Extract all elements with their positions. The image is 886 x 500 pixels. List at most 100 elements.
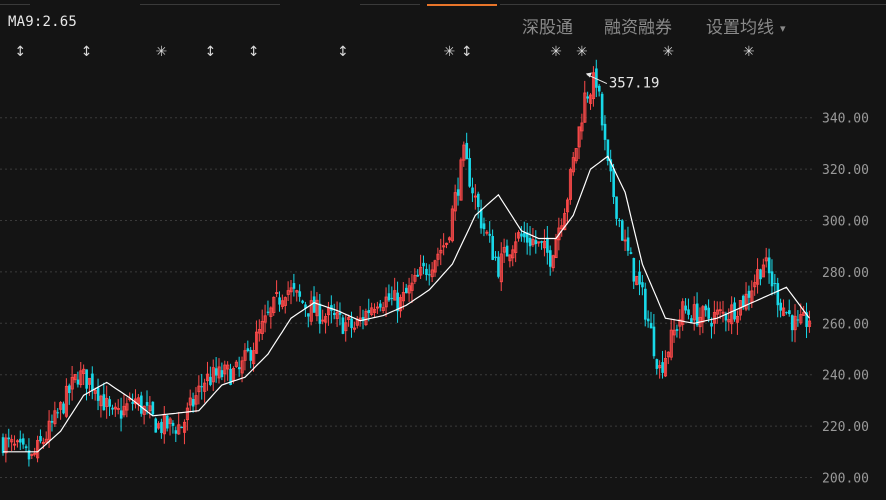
- candle-body-down: [119, 410, 123, 419]
- candle-body-down: [629, 252, 633, 254]
- candle-body-down: [600, 93, 604, 126]
- y-tick-label: 340.00: [822, 112, 869, 127]
- candle-body-down: [652, 326, 656, 357]
- y-tick-label: 280.00: [822, 266, 869, 281]
- candle-body-down: [24, 446, 28, 449]
- candle-body-down: [214, 368, 218, 376]
- candle-body-down: [612, 168, 615, 198]
- candle-body-down: [494, 256, 497, 259]
- candle-body-down: [50, 421, 54, 423]
- candle-body-down: [416, 274, 420, 277]
- candle-body-down: [68, 385, 71, 394]
- candle-body-down: [549, 250, 552, 267]
- candle-body-down: [704, 305, 708, 311]
- candle-body-down: [108, 399, 111, 407]
- candle-body-down: [96, 387, 100, 401]
- candle-body-down: [7, 437, 11, 440]
- candle-body-down: [318, 303, 322, 324]
- candle-body-down: [796, 319, 800, 321]
- candle-body-down: [790, 315, 794, 331]
- event-marker: ✳: [743, 44, 755, 60]
- candle-body-down: [387, 293, 391, 301]
- candle-body-down: [292, 283, 296, 289]
- candle-body-down: [618, 220, 621, 222]
- candle-body-down: [491, 236, 494, 260]
- candle-body-down: [249, 349, 253, 361]
- candle-body-down: [131, 402, 134, 404]
- candle-body-down: [684, 305, 687, 311]
- candle-body-down: [405, 287, 408, 294]
- event-marker: ✳: [156, 44, 168, 60]
- event-marker: ✳: [444, 44, 456, 60]
- candle-body-down: [1, 437, 5, 454]
- event-marker: ↕: [81, 44, 93, 60]
- y-tick-label: 320.00: [822, 163, 869, 178]
- event-marker: ↕: [248, 44, 260, 60]
- candle-body-down: [528, 237, 532, 247]
- candle-body-down: [759, 269, 762, 280]
- y-tick-label: 300.00: [822, 215, 869, 230]
- candle-body-down: [661, 362, 664, 373]
- candle-body-down: [154, 418, 158, 433]
- candle-body-down: [333, 312, 336, 316]
- candle-body-down: [690, 318, 693, 323]
- candle-body-down: [497, 256, 500, 277]
- candle-body-down: [471, 187, 474, 194]
- candle-body-down: [773, 283, 777, 285]
- candle-body-down: [546, 237, 549, 253]
- candle-body-down: [477, 193, 480, 208]
- candle-body-down: [200, 386, 204, 388]
- candle-body-down: [710, 322, 713, 327]
- candle-body-down: [586, 96, 590, 99]
- candle-body-down: [747, 290, 751, 298]
- candle-body-down: [379, 303, 382, 308]
- candle-body-down: [111, 407, 114, 410]
- candle-body-down: [428, 274, 431, 276]
- candle-body-down: [770, 271, 774, 287]
- candle-body-down: [687, 309, 690, 315]
- candle-body-down: [482, 223, 486, 230]
- candle-body-down: [151, 401, 155, 415]
- candle-body-down: [180, 426, 183, 429]
- candle-body-down: [19, 438, 22, 443]
- candle-body-down: [62, 403, 65, 414]
- candle-body-down: [675, 329, 679, 331]
- candle-body-down: [350, 318, 353, 329]
- candle-body-down: [603, 123, 607, 140]
- candle-body-down: [338, 312, 342, 315]
- candle-body-down: [140, 395, 143, 414]
- candle-body-down: [615, 196, 618, 219]
- candle-body-down: [91, 373, 94, 391]
- candle-body-down: [209, 376, 212, 385]
- candle-body-down: [741, 295, 745, 307]
- candle-body-down: [422, 262, 425, 267]
- candle-body-down: [237, 367, 241, 370]
- event-marker: ✳: [662, 44, 674, 60]
- candle-body-down: [102, 394, 106, 411]
- y-tick-label: 240.00: [822, 369, 869, 384]
- candle-body-down: [298, 291, 302, 297]
- candle-body-down: [632, 258, 636, 282]
- candle-body-down: [367, 309, 371, 314]
- event-marker: ↕: [337, 44, 349, 60]
- candle-body-down: [266, 311, 270, 313]
- candle-body-down: [655, 359, 659, 369]
- peak-label: 357.19: [609, 76, 660, 92]
- candle-body-down: [785, 312, 788, 314]
- candle-body-down: [646, 318, 650, 322]
- candle-body-down: [465, 142, 469, 160]
- candles: [1, 59, 812, 467]
- event-marker: ↕: [204, 44, 216, 60]
- candle-body-down: [56, 412, 60, 414]
- candle-body-down: [21, 438, 25, 445]
- candle-body-down: [649, 322, 653, 329]
- event-marker: ✳: [550, 44, 562, 60]
- candle-body-down: [456, 189, 460, 196]
- candlestick-chart[interactable]: ↕ ↕ ✳ ↕ ↕ ↕ ✳ ↕ ✳ ✳ ✳ ✳ 200.00 220.00 240.00 260.00 280…: [0, 0, 886, 500]
- candle-body-down: [85, 369, 88, 389]
- candle-body-down: [390, 297, 394, 299]
- candle-body-down: [468, 158, 471, 187]
- candle-body-down: [776, 283, 780, 306]
- candle-body-down: [641, 282, 644, 288]
- candle-body-down: [638, 271, 641, 285]
